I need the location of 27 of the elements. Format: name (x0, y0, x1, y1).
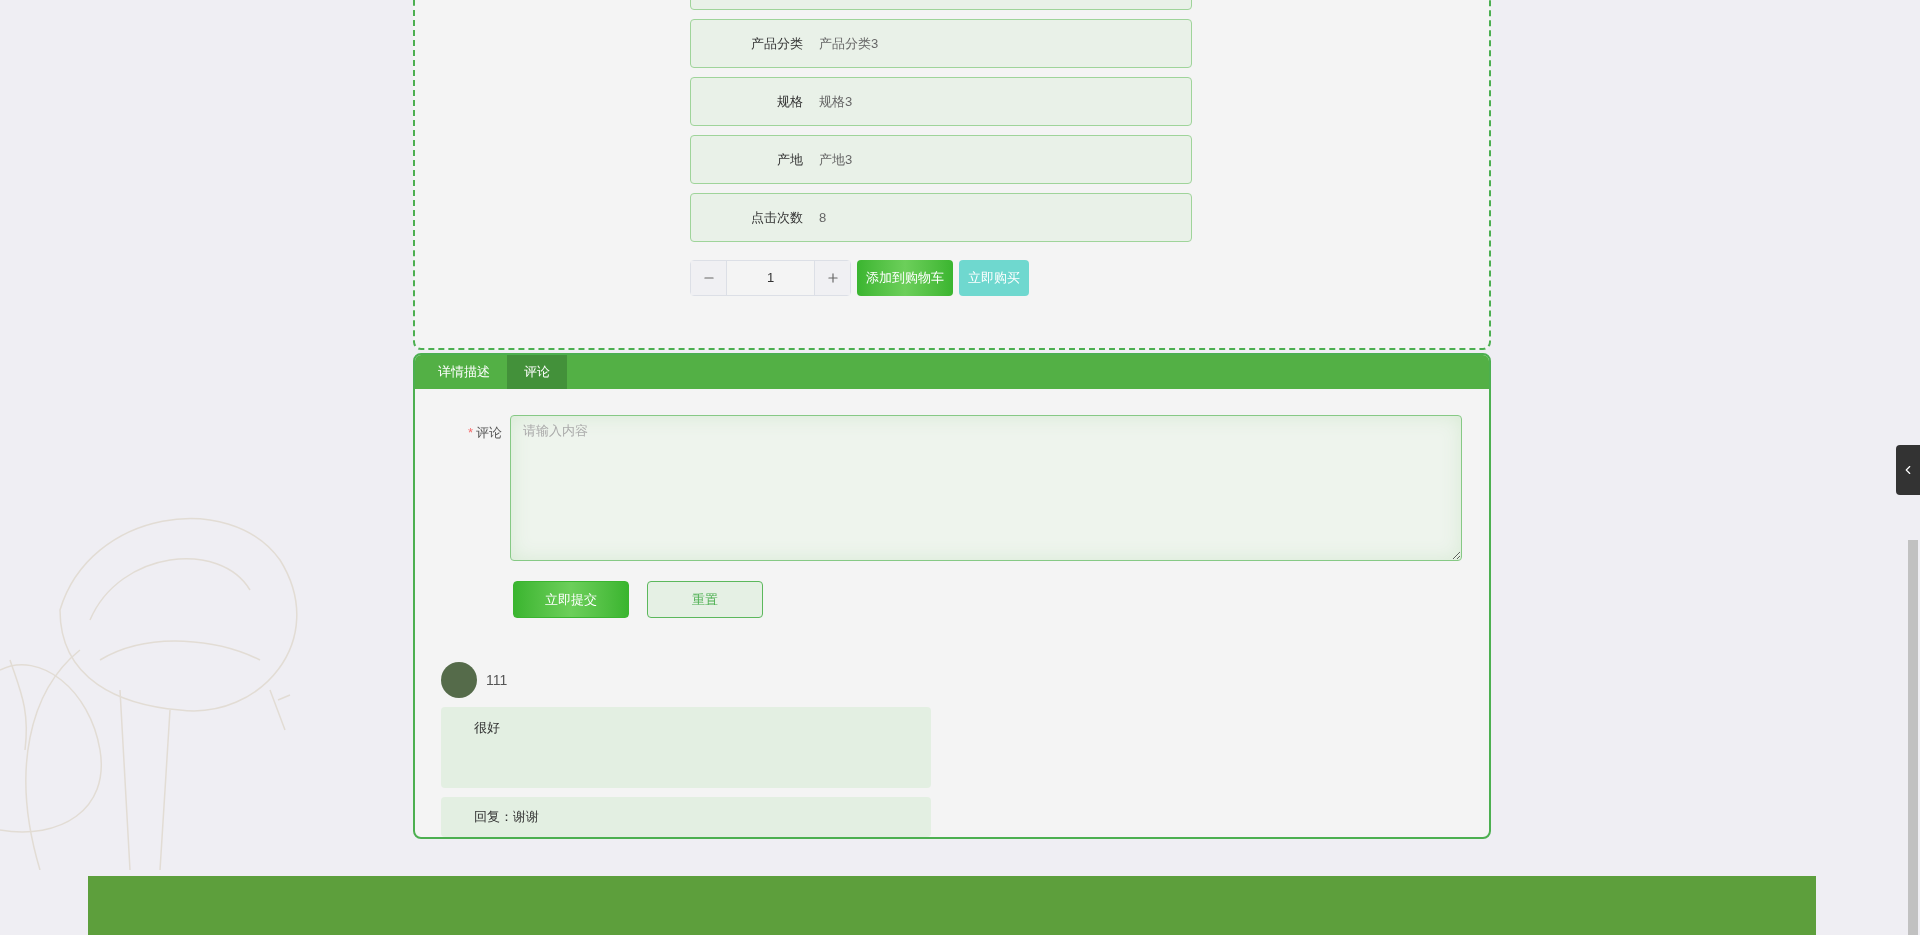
scrollbar-thumb[interactable] (1908, 540, 1918, 935)
field-value: 产地3 (819, 150, 853, 169)
tab[interactable]: 详情描述 (421, 355, 507, 389)
comment-label: 评论 (476, 424, 502, 442)
field-label: 点击次数 (750, 208, 803, 227)
reply-text: 回复：谢谢 (474, 809, 539, 824)
avatar (441, 662, 477, 698)
field-value: 产品分类3 (819, 34, 879, 53)
plus-icon (825, 271, 840, 285)
field-label: 规格 (776, 92, 803, 111)
field-value: 8 (819, 208, 827, 227)
tab[interactable]: 评论 (507, 355, 567, 389)
comment-text: 很好 (474, 720, 500, 735)
field-label: 产品分类 (750, 34, 803, 53)
add-to-cart-button[interactable]: 添加到购物车 (857, 260, 953, 296)
field-value: 规格3 (819, 92, 853, 111)
buy-now-button[interactable]: 立即购买 (959, 260, 1029, 296)
increment-button[interactable] (814, 261, 850, 295)
decrement-button[interactable] (691, 261, 727, 295)
comment-textarea[interactable]: 请输入内容 (510, 415, 1462, 561)
field-label: 产地 (776, 150, 803, 169)
reset-button[interactable]: 重置 (647, 581, 763, 618)
submit-button[interactable]: 立即提交 (513, 581, 629, 618)
required-asterisk: * (467, 424, 473, 442)
quantity-input[interactable]: 1 (727, 261, 814, 295)
username: 111 (486, 670, 508, 690)
side-toggle-button[interactable] (1896, 445, 1920, 495)
